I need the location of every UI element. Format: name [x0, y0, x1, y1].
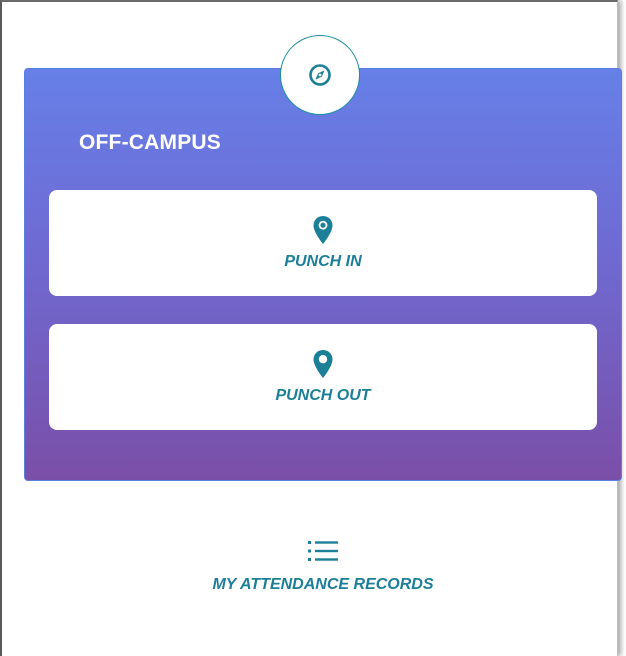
attendance-records-label: MY ATTENDANCE RECORDS [212, 576, 434, 593]
punch-in-label: PUNCH IN [284, 253, 362, 270]
attendance-records-link[interactable]: MY ATTENDANCE RECORDS [24, 538, 622, 594]
punch-out-button[interactable]: PUNCH OUT [49, 324, 597, 430]
list-icon [308, 541, 338, 561]
card-title: OFF-CAMPUS [79, 131, 221, 154]
off-campus-card: OFF-CAMPUS PUNCH IN PUNCH OUT [24, 68, 622, 481]
compass-icon [309, 64, 331, 86]
map-pin-icon [313, 350, 333, 378]
compass-badge [280, 35, 360, 115]
punch-in-button[interactable]: PUNCH IN [49, 190, 597, 296]
punch-out-label: PUNCH OUT [275, 387, 371, 404]
map-pin-icon [313, 216, 333, 244]
